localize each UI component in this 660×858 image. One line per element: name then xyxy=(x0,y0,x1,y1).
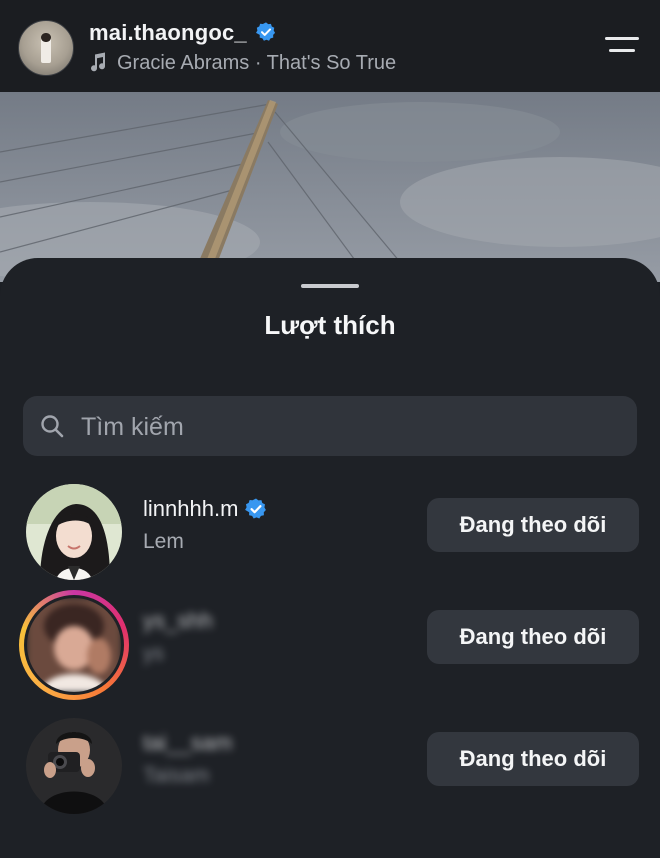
verified-badge-icon xyxy=(245,498,267,519)
likes-sheet: Lượt thích linnhhh.m xyxy=(0,258,660,858)
search-icon xyxy=(41,415,64,438)
user-username[interactable]: linnhhh.m xyxy=(143,496,238,521)
sheet-title: Lượt thích xyxy=(264,310,396,340)
following-button[interactable]: Đang theo dõi xyxy=(427,498,639,552)
sheet-grabber[interactable] xyxy=(301,284,359,288)
user-username[interactable]: tai__sam xyxy=(143,730,232,756)
following-button[interactable]: Đang theo dõi xyxy=(427,610,639,664)
menu-icon[interactable] xyxy=(605,35,639,59)
user-fullname: ys xyxy=(143,642,164,665)
music-note-icon xyxy=(91,52,106,72)
search-input[interactable] xyxy=(79,396,623,458)
user-fullname: Taisam xyxy=(143,764,210,787)
user-username-row[interactable]: linnhhh.m xyxy=(143,496,268,522)
avatar xyxy=(27,598,121,692)
post-header: mai.thaongoc_ Gracie Abrams · That's So … xyxy=(0,0,660,92)
list-item[interactable]: tai__sam Taisam Đang theo dõi xyxy=(0,708,660,818)
search-bar[interactable] xyxy=(23,396,637,458)
user-fullname: Lem xyxy=(143,530,184,553)
following-button[interactable]: Đang theo dõi xyxy=(427,732,639,786)
post-music-text[interactable]: Gracie Abrams · That's So True xyxy=(117,52,396,74)
list-item[interactable]: linnhhh.m Lem Đang theo dõi xyxy=(0,474,660,584)
post-author-avatar[interactable] xyxy=(18,20,74,76)
avatar[interactable] xyxy=(26,484,122,580)
user-username[interactable]: ys_shh xyxy=(143,608,213,634)
post-music-row[interactable]: Gracie Abrams · That's So True xyxy=(89,52,396,75)
post-author-username[interactable]: mai.thaongoc_ xyxy=(89,20,247,45)
avatar[interactable] xyxy=(26,718,122,814)
post-photo xyxy=(0,92,660,282)
list-item[interactable]: ys_shh ys Đang theo dõi xyxy=(0,586,660,700)
post-author-row[interactable]: mai.thaongoc_ xyxy=(89,20,277,46)
avatar-with-story-ring[interactable] xyxy=(19,590,129,700)
verified-badge-icon xyxy=(255,22,275,41)
